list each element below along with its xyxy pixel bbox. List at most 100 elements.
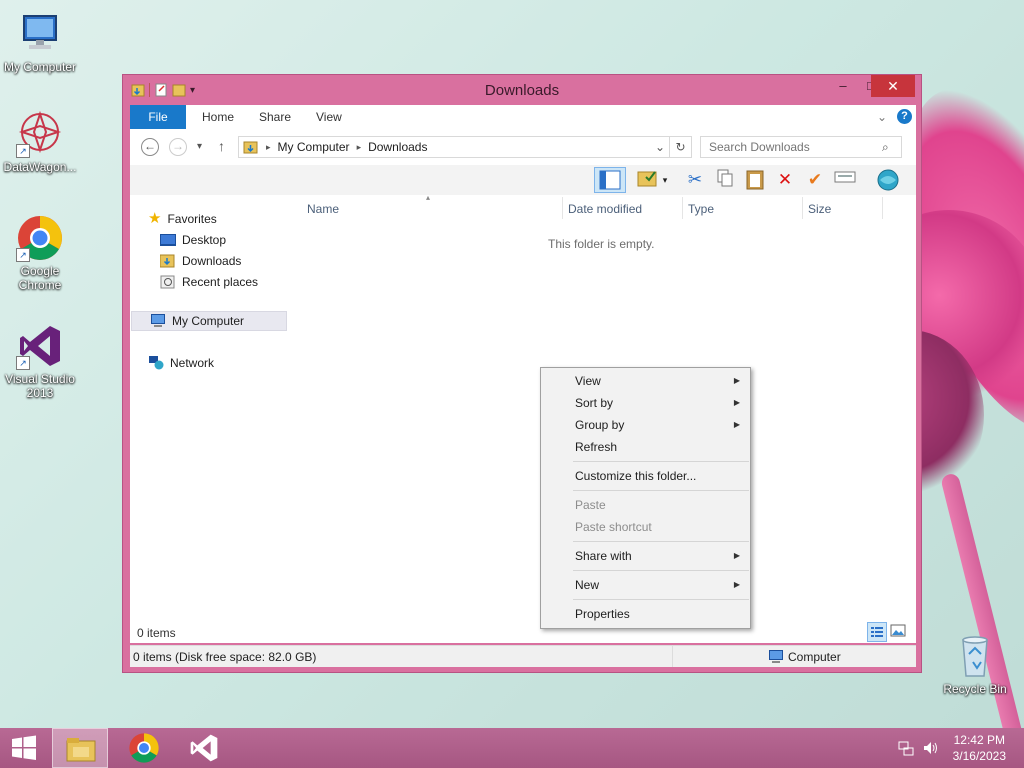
tab-file[interactable]: File bbox=[130, 105, 186, 129]
taskbar-visual-studio[interactable] bbox=[176, 728, 232, 768]
start-button[interactable] bbox=[0, 728, 56, 768]
preview-pane-button[interactable] bbox=[594, 167, 626, 193]
submenu-arrow-icon: ▶ bbox=[733, 580, 740, 589]
taskbar: 12:42 PM 3/16/2023 bbox=[0, 728, 1024, 768]
nav-item-my-computer[interactable]: My Computer bbox=[131, 311, 287, 331]
desktop-icon-visual-studio[interactable]: ↗ Visual Studio 2013 bbox=[0, 322, 80, 400]
expand-ribbon-icon[interactable]: ⌄ bbox=[877, 110, 887, 124]
menu-item-group-by[interactable]: Group by ▶ bbox=[543, 414, 748, 436]
chrome-icon bbox=[129, 733, 159, 763]
desktop-icon-datawagon[interactable]: ↗ DataWagon... bbox=[0, 110, 80, 174]
nav-item-label: Network bbox=[170, 356, 215, 370]
column-separator[interactable] bbox=[882, 197, 883, 219]
taskbar-chrome[interactable] bbox=[116, 728, 172, 768]
breadcrumb-downloads[interactable]: Downloads bbox=[368, 140, 427, 154]
tab-home[interactable]: Home bbox=[188, 105, 248, 129]
desktop-icon-label: DataWagon... bbox=[3, 160, 77, 174]
search-icon: ⌕ bbox=[882, 140, 889, 154]
menu-item-label: Share with bbox=[575, 549, 632, 563]
content-area: ★ Favorites Desktop Downloads Recent pla… bbox=[130, 193, 916, 643]
desktop-icon-my-computer[interactable]: My Computer bbox=[0, 10, 80, 74]
nav-item-network[interactable]: Network bbox=[148, 353, 214, 373]
search-input[interactable] bbox=[700, 136, 902, 158]
submenu-arrow-icon: ▶ bbox=[733, 420, 740, 429]
back-button[interactable]: ← bbox=[141, 138, 159, 156]
forward-button[interactable]: → bbox=[169, 138, 187, 156]
breadcrumb-separator-icon[interactable]: ▸ bbox=[266, 142, 271, 153]
minimize-button[interactable]: – bbox=[829, 75, 857, 97]
downloads-folder-icon bbox=[160, 254, 175, 268]
menu-item-sort-by[interactable]: Sort by ▶ bbox=[543, 392, 748, 414]
shortcut-arrow-icon: ↗ bbox=[16, 356, 30, 370]
address-dropdown-icon[interactable]: ⌄ bbox=[655, 140, 665, 154]
menu-item-paste-shortcut[interactable]: Paste shortcut bbox=[543, 516, 748, 538]
desktop-icon-label: Visual Studio 2013 bbox=[5, 372, 75, 400]
help-icon[interactable]: ? bbox=[897, 109, 912, 124]
preview-pane-icon bbox=[599, 170, 621, 190]
submenu-arrow-icon: ▶ bbox=[733, 376, 740, 385]
sort-ascending-icon: ▴ bbox=[426, 193, 431, 202]
desktop-icon-recycle-bin[interactable]: Recycle Bin bbox=[935, 632, 1015, 696]
breadcrumb-my-computer[interactable]: My Computer bbox=[278, 140, 350, 154]
column-separator[interactable] bbox=[562, 197, 563, 219]
desktop-icon-google-chrome[interactable]: ↗ Google Chrome bbox=[0, 214, 80, 292]
tab-share[interactable]: Share bbox=[245, 105, 305, 129]
nav-item-label: My Computer bbox=[172, 314, 245, 328]
menu-item-label: Sort by bbox=[575, 396, 614, 410]
nav-item-desktop[interactable]: Desktop bbox=[160, 230, 226, 250]
globe-icon[interactable] bbox=[875, 168, 901, 192]
menu-item-view[interactable]: View ▶ bbox=[543, 370, 748, 392]
address-bar[interactable]: ▸ My Computer ▸ Downloads ⌄ bbox=[238, 136, 670, 158]
status-bar: 0 items (Disk free space: 82.0 GB) Compu… bbox=[130, 645, 916, 667]
menu-item-properties[interactable]: Properties bbox=[543, 603, 748, 625]
column-header-type[interactable]: Type bbox=[688, 199, 714, 219]
checkmark-icon[interactable]: ✔ bbox=[802, 168, 828, 192]
cut-icon[interactable]: ✂ bbox=[682, 168, 708, 192]
shortcut-arrow-icon: ↗ bbox=[16, 248, 30, 262]
menu-item-new[interactable]: New ▶ bbox=[543, 574, 748, 596]
nav-item-label: Downloads bbox=[182, 254, 242, 268]
column-separator[interactable] bbox=[682, 197, 683, 219]
column-header-size[interactable]: Size bbox=[808, 199, 831, 219]
options-dropdown-icon[interactable]: ▾ bbox=[658, 168, 672, 192]
large-icons-view-button[interactable] bbox=[889, 622, 909, 642]
explorer-window[interactable]: ▾ Downloads – □ ✕ File Home Share View ⌄… bbox=[122, 74, 922, 673]
window-title: Downloads bbox=[484, 82, 560, 99]
nav-item-favorites[interactable]: ★ Favorites bbox=[148, 209, 217, 229]
menu-separator bbox=[573, 570, 749, 571]
tab-view[interactable]: View bbox=[302, 105, 356, 129]
up-button[interactable]: ↑ bbox=[218, 138, 225, 154]
address-row: ← → ▾ ↑ ▸ My Computer ▸ Downloads ⌄ ↻ ⌕ bbox=[130, 129, 916, 165]
nav-item-downloads[interactable]: Downloads bbox=[160, 251, 241, 271]
rename-icon[interactable] bbox=[832, 168, 858, 192]
volume-icon[interactable] bbox=[922, 740, 938, 756]
nav-item-recent-places[interactable]: Recent places bbox=[160, 272, 258, 292]
menu-item-share-with[interactable]: Share with ▶ bbox=[543, 545, 748, 567]
menu-item-paste[interactable]: Paste bbox=[543, 494, 748, 516]
large-icons-view-icon bbox=[890, 624, 906, 637]
close-button[interactable]: ✕ bbox=[871, 75, 915, 97]
recent-locations-button[interactable]: ▾ bbox=[197, 141, 202, 152]
computer-icon bbox=[769, 650, 783, 663]
column-header-name[interactable]: Name bbox=[307, 199, 339, 219]
paste-icon[interactable] bbox=[742, 168, 768, 192]
clock[interactable]: 12:42 PM 3/16/2023 bbox=[953, 732, 1006, 764]
title-bar[interactable]: ▾ Downloads – □ ✕ bbox=[123, 75, 921, 105]
network-tray-icon[interactable] bbox=[898, 740, 914, 756]
delete-icon[interactable]: ✕ bbox=[772, 168, 798, 192]
column-separator[interactable] bbox=[802, 197, 803, 219]
refresh-button[interactable]: ↻ bbox=[670, 136, 692, 158]
menu-item-refresh[interactable]: Refresh bbox=[543, 436, 748, 458]
chrome-icon: ↗ bbox=[16, 214, 64, 262]
recent-places-icon bbox=[160, 275, 175, 289]
nav-item-label: Desktop bbox=[182, 233, 227, 247]
recycle-bin-icon bbox=[951, 632, 999, 680]
breadcrumb-separator-icon[interactable]: ▸ bbox=[357, 142, 362, 153]
column-header-date-modified[interactable]: Date modified bbox=[568, 199, 642, 219]
menu-item-customize-folder[interactable]: Customize this folder... bbox=[543, 465, 748, 487]
desktop-icon-label: My Computer bbox=[3, 60, 77, 74]
taskbar-file-explorer[interactable] bbox=[52, 728, 108, 768]
details-view-button[interactable] bbox=[867, 622, 887, 642]
nav-item-label: Favorites bbox=[167, 212, 217, 226]
copy-icon[interactable] bbox=[712, 168, 738, 192]
